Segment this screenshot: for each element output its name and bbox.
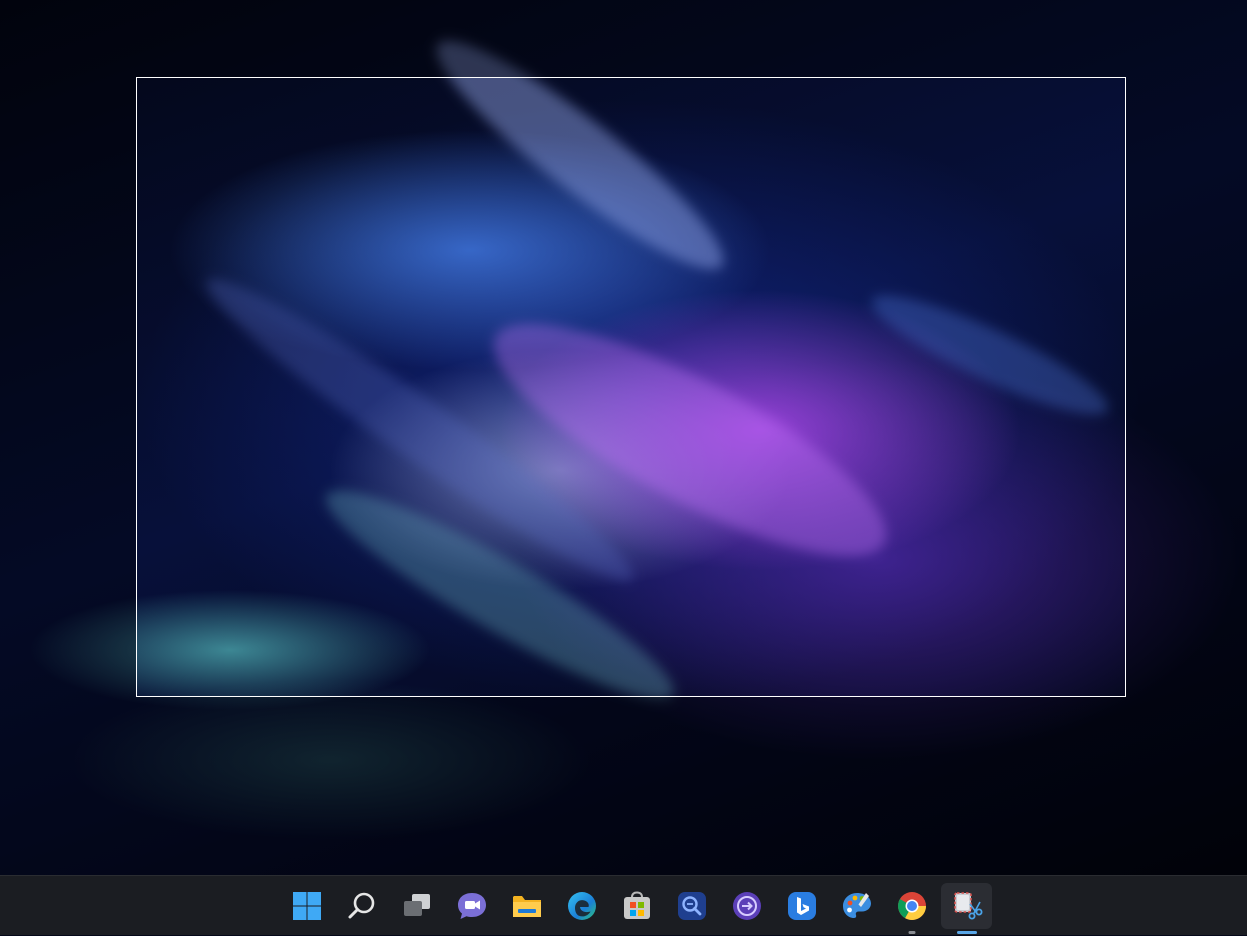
taskbar-pinned-apps	[281, 876, 996, 936]
task-view-button[interactable]	[391, 883, 442, 929]
app-search-button[interactable]	[666, 883, 717, 929]
chrome-icon	[897, 892, 926, 920]
chrome-button[interactable]	[886, 883, 937, 934]
microsoft-store-icon	[623, 891, 650, 919]
arrow-circle-icon	[732, 892, 761, 920]
chat-button[interactable]	[446, 883, 497, 929]
paint-palette-icon	[842, 893, 871, 918]
app-arrow-button[interactable]	[721, 883, 772, 929]
search-icon	[348, 892, 374, 919]
store-button[interactable]	[611, 883, 662, 929]
active-indicator	[956, 931, 977, 934]
snipping-tool-icon	[953, 892, 982, 920]
file-explorer-button[interactable]	[501, 883, 552, 929]
windows-logo-icon	[292, 892, 321, 920]
bing-button[interactable]	[776, 883, 827, 929]
snip-selection-rectangle[interactable]	[136, 77, 1126, 697]
paint-button[interactable]	[831, 883, 882, 929]
snipping-tool-button[interactable]	[941, 883, 992, 934]
teams-chat-icon	[457, 893, 486, 919]
edge-icon	[567, 892, 596, 920]
magnifier-app-icon	[677, 892, 706, 920]
search-button[interactable]	[336, 883, 387, 929]
task-view-icon	[403, 894, 430, 916]
edge-button[interactable]	[556, 883, 607, 929]
running-indicator	[908, 931, 915, 934]
bing-icon	[787, 892, 816, 920]
folder-icon	[512, 896, 541, 917]
taskbar	[0, 875, 1247, 935]
start-button[interactable]	[281, 883, 332, 929]
